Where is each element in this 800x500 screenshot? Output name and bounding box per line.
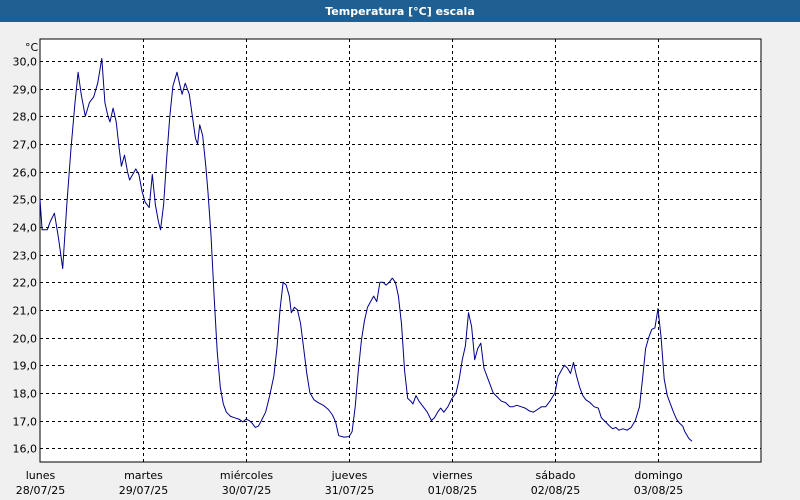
y-tick-label: 26,0	[13, 167, 38, 180]
x-tick-date: 02/08/25	[531, 484, 580, 497]
x-tick-date: 28/07/25	[16, 484, 65, 497]
x-tick-date: 29/07/25	[119, 484, 168, 497]
x-tick-day: lunes	[26, 469, 56, 482]
y-tick-label: 20,0	[13, 333, 38, 346]
y-tick-label: 17,0	[13, 416, 38, 429]
y-tick-label: 16,0	[13, 443, 38, 456]
temperature-chart: 16,0 17,0 18,0 19,0 20,0 21,0 22,0 23,0 24,0 25,0…	[13, 38, 762, 497]
y-tick-label: 28,0	[13, 111, 38, 124]
x-tick-day: viernes	[432, 469, 472, 482]
x-tick-date: 03/08/25	[634, 484, 683, 497]
y-tick-label: 21,0	[13, 305, 38, 318]
y-axis-label: °C	[25, 41, 39, 54]
y-tick-label: 27,0	[13, 139, 38, 152]
x-tick-date: 30/07/25	[222, 484, 271, 497]
chart-title: Temperatura [°C] escala	[325, 4, 475, 18]
y-tick-label: 18,0	[13, 388, 38, 401]
y-tick-label: 29,0	[13, 84, 38, 97]
y-tick-label: 24,0	[13, 222, 38, 235]
y-tick-label: 22,0	[13, 277, 38, 290]
y-tick-label: 30,0	[13, 56, 38, 69]
x-tick-day: jueves	[331, 469, 368, 482]
x-tick-date: 31/07/25	[325, 484, 374, 497]
plot-area	[39, 38, 762, 463]
x-tick-day: miércoles	[220, 469, 273, 482]
y-tick-label: 25,0	[13, 194, 38, 207]
x-tick-day: domingo	[634, 469, 682, 482]
x-tick-day: martes	[124, 469, 163, 482]
x-tick-date: 01/08/25	[428, 484, 477, 497]
chart-title-bar: Temperatura [°C] escala	[0, 0, 800, 22]
y-tick-label: 23,0	[13, 250, 38, 263]
x-tick-day: sábado	[536, 469, 576, 482]
y-tick-label: 19,0	[13, 360, 38, 373]
